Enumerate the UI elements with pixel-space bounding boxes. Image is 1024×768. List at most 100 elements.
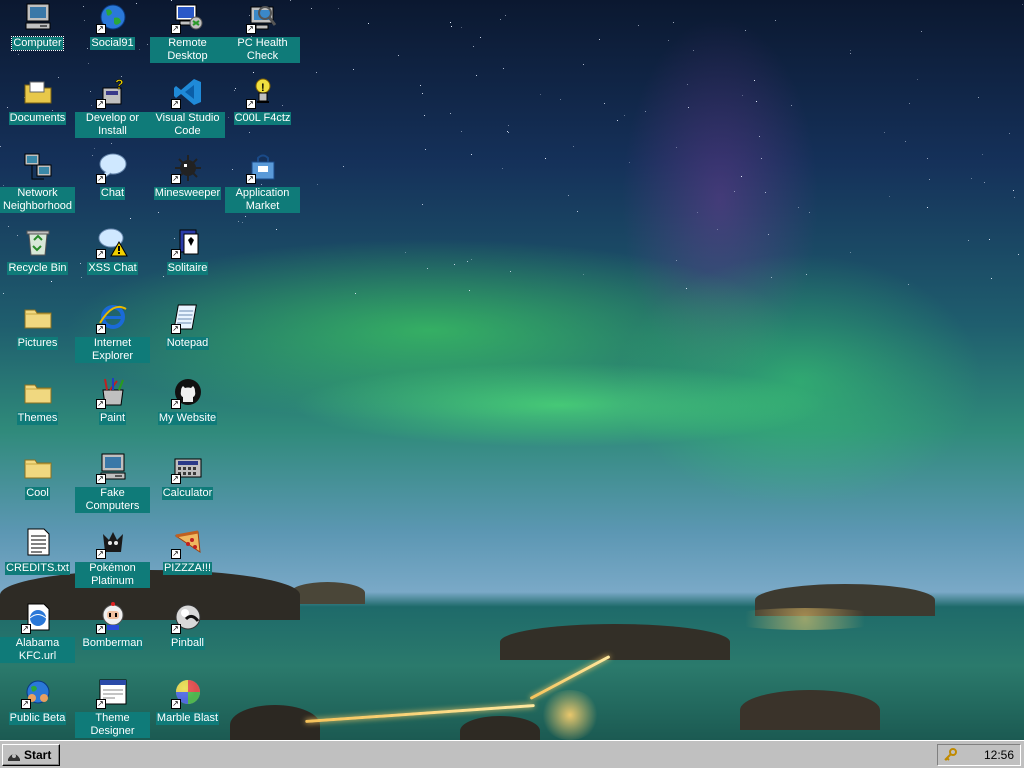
star	[761, 158, 762, 159]
desktop-icon-alabama-kfc-url[interactable]: ↗ Alabama KFC.url	[0, 601, 75, 663]
star	[276, 229, 277, 230]
desktop-icon-public-beta[interactable]: ↗ Public Beta	[0, 676, 75, 725]
desktop-icon-documents[interactable]: Documents	[0, 76, 75, 125]
star	[461, 27, 462, 28]
star	[338, 8, 339, 9]
desktop-icon-bomberman[interactable]: ↗ Bomberman	[75, 601, 150, 650]
key-icon[interactable]	[943, 748, 957, 762]
star	[405, 252, 406, 253]
star	[480, 37, 481, 38]
desktop-icon-recycle-bin[interactable]: Recycle Bin	[0, 226, 75, 275]
desktop-icon-label: My Website	[157, 412, 218, 425]
desktop-icon-label: Fake Computers	[75, 487, 150, 513]
desktop-icon-network-neighborhood[interactable]: Network Neighborhood	[0, 151, 75, 213]
clock[interactable]: 12:56	[984, 748, 1014, 762]
star	[94, 148, 95, 149]
text-file-icon	[22, 526, 54, 558]
system-tray: 12:56	[937, 744, 1021, 766]
pinball-icon: ↗	[170, 601, 204, 634]
star	[929, 179, 930, 180]
star	[503, 68, 504, 69]
shortcut-arrow-icon: ↗	[170, 324, 181, 334]
shortcut-arrow-icon: ↗	[95, 699, 106, 709]
star	[917, 79, 918, 80]
desktop-icon-c00l-f4ctz[interactable]: ! ↗ C00L F4ctz	[225, 76, 300, 125]
desktop-icon-xss-chat[interactable]: ↗ XSS Chat	[75, 226, 150, 275]
star	[806, 274, 807, 275]
star	[927, 158, 928, 159]
shortcut-arrow-icon: ↗	[170, 549, 181, 559]
star	[568, 195, 569, 196]
desktop-icon-fake-computers[interactable]: ↗ Fake Computers	[75, 451, 150, 513]
star	[638, 25, 639, 26]
desktop-icon-computer[interactable]: Computer	[0, 1, 75, 51]
shortcut-arrow-icon: ↗	[95, 24, 106, 34]
star	[617, 120, 618, 121]
star	[673, 22, 674, 23]
star	[742, 95, 743, 96]
folder-icon	[22, 301, 54, 333]
desktop-icon-marble-blast[interactable]: ↗ Marble Blast	[150, 676, 225, 725]
star	[982, 154, 983, 155]
desktop-icon-pinball[interactable]: ↗ Pinball	[150, 601, 225, 650]
desktop-icon-calculator[interactable]: ↗ Calculator	[150, 451, 225, 500]
desktop-icon-internet-explorer[interactable]: ↗ Internet Explorer	[75, 301, 150, 363]
desktop-icon-pc-health-check[interactable]: ↗ PC Health Check	[225, 1, 300, 63]
desktop-icon-label: CREDITS.txt	[5, 562, 70, 575]
desktop-icon-social91[interactable]: ↗ Social91	[75, 1, 150, 50]
start-button[interactable]: Start	[2, 744, 60, 766]
desktop-icon-label: PC Health Check	[225, 37, 300, 63]
shortcut-arrow-icon: ↗	[170, 474, 181, 484]
star	[734, 191, 735, 192]
star	[88, 63, 89, 64]
desktop-icon-label: Notepad	[165, 337, 210, 350]
star	[741, 176, 742, 177]
star	[163, 276, 164, 277]
internet-explorer-icon: ↗	[95, 301, 129, 334]
desktop-icon-label: Marble Blast	[155, 712, 220, 725]
desktop-icon-visual-studio-code[interactable]: ↗ Visual Studio Code	[150, 76, 225, 138]
desktop-icon-cool[interactable]: Cool	[0, 451, 75, 500]
star	[424, 115, 425, 116]
shortcut-arrow-icon: ↗	[170, 399, 181, 409]
star	[454, 264, 455, 265]
desktop-icon-remote-desktop[interactable]: ↗ Remote Desktop	[150, 1, 225, 63]
desktop-icon-chat[interactable]: ↗ Chat	[75, 151, 150, 200]
star	[909, 103, 910, 104]
star	[577, 211, 578, 212]
star	[984, 182, 985, 183]
desktop-icon-label: Solitaire	[166, 262, 209, 275]
star	[745, 30, 746, 31]
star	[422, 204, 423, 205]
wallpaper-island	[500, 624, 730, 660]
desktop-icon-label: Cool	[25, 487, 50, 500]
desktop-icon-solitaire[interactable]: ↗ Solitaire	[150, 226, 225, 275]
desktop-icon-paint[interactable]: ↗ Paint	[75, 376, 150, 425]
star	[756, 101, 757, 102]
desktop-icon-pok-mon-platinum[interactable]: ↗ Pokémon Platinum	[75, 526, 150, 588]
desktop-icon-my-website[interactable]: ↗ My Website	[150, 376, 225, 425]
desktop-icon-pictures[interactable]: Pictures	[0, 301, 75, 350]
desktop-icon-application-market[interactable]: ↗ Application Market	[225, 151, 300, 213]
marble-icon: ↗	[170, 676, 204, 709]
star	[971, 178, 972, 179]
star	[467, 261, 468, 262]
shortcut-arrow-icon: ↗	[95, 399, 106, 409]
desktop-icon-theme-designer[interactable]: ↗ Theme Designer	[75, 676, 150, 738]
desktop-icon-label: Application Market	[225, 187, 300, 213]
star	[850, 252, 851, 253]
pokemon-icon: ↗	[95, 526, 129, 559]
star	[989, 239, 990, 240]
star	[130, 218, 131, 219]
svg-text:?: ?	[115, 76, 124, 92]
desktop-icon-develop-or-install[interactable]: ? ↗ Develop or Install	[75, 76, 150, 138]
desktop-icon-themes[interactable]: Themes	[0, 376, 75, 425]
star	[717, 229, 718, 230]
desktop-icon-minesweeper[interactable]: ↗ Minesweeper	[150, 151, 225, 200]
taskbar: Start 12:56	[0, 740, 1024, 768]
desktop-icon-pizzza[interactable]: ↗ PIZZZA!!!	[150, 526, 225, 575]
desktop-icon-credits-txt[interactable]: CREDITS.txt	[0, 526, 75, 575]
star	[759, 136, 760, 137]
desktop-icon-notepad[interactable]: ↗ Notepad	[150, 301, 225, 350]
star	[238, 221, 239, 222]
